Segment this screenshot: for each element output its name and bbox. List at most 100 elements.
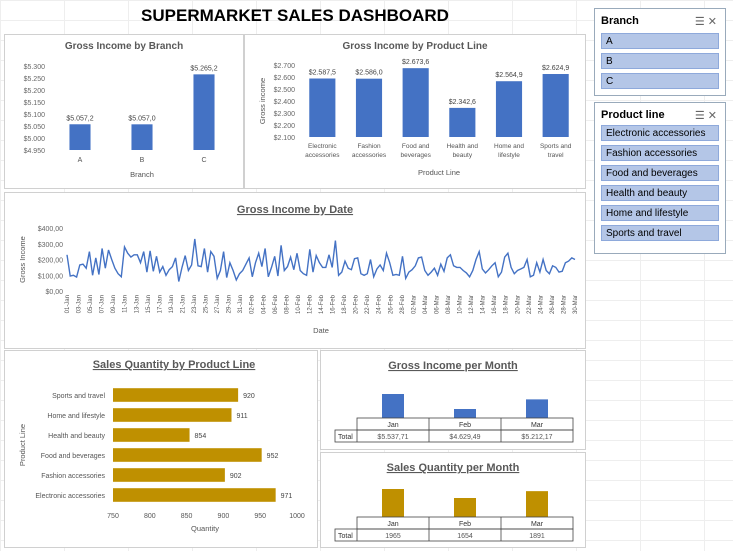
y-tick-label: $0,00 — [45, 289, 63, 296]
qty-productline-chart-panel[interactable]: Sales Quantity by Product Line 920 Sports … — [4, 350, 318, 548]
x-tick-label: beverages — [400, 152, 431, 159]
data-label: $4.629,49 — [449, 434, 480, 441]
x-tick-label: 12-Mar — [469, 295, 475, 314]
bar — [355, 78, 383, 137]
productline-chart-panel[interactable]: Gross Income by Product Line $2.100 $2.200… — [244, 34, 586, 189]
branch-slicer[interactable]: Branch ☰ ✕ A B C — [594, 8, 726, 96]
dashboard-title: SUPERMARKET SALES DASHBOARD — [141, 6, 449, 25]
productline-chart: Gross Income by Product Line $2.100 $2.200… — [258, 41, 572, 177]
data-label: 971 — [281, 493, 293, 500]
productline-slicer[interactable]: Product line ☰ ✕ Electronic accessories … — [594, 102, 726, 254]
x-tick-label: 30-Mar — [573, 295, 579, 314]
x-tick-label: 18-Mar — [504, 295, 510, 314]
bar — [69, 124, 91, 150]
data-label: $2.624,9 — [542, 65, 569, 72]
branch-slicer-item-b[interactable]: B — [601, 53, 719, 69]
x-tick-label: 26-Feb — [388, 294, 394, 314]
productline-slicer-item[interactable]: Fashion accessories — [601, 145, 719, 161]
branch-slicer-item-c[interactable]: C — [601, 73, 719, 89]
qty-month-chart-panel[interactable]: Sales Quantity per Month Total Jan 1965 Feb 1… — [320, 452, 586, 548]
y-tick-label: $100,00 — [38, 273, 63, 280]
branch-chart-panel[interactable]: Gross Income by Branch $4.950 $5.000 $5.050… — [4, 34, 244, 189]
bar — [309, 78, 336, 137]
chart-title: Gross Income by Product Line — [342, 41, 487, 52]
x-tick-label: 24-Feb — [377, 294, 383, 314]
data-label: $5.057,2 — [66, 115, 93, 122]
y-tick-label: Fashion accessories — [41, 473, 105, 480]
month-label: Jan — [387, 521, 398, 528]
bar — [113, 408, 232, 422]
slicer-filter-icons[interactable]: ☰ ✕ — [695, 15, 717, 28]
branch-slicer-item-a[interactable]: A — [601, 33, 719, 49]
x-tick-label: Health and — [447, 143, 479, 150]
table-row-label: Total — [338, 533, 353, 540]
chart-title: Gross Income by Branch — [65, 41, 183, 52]
productline-slicer-item[interactable]: Food and beverages — [601, 165, 719, 181]
x-tick-label: A — [78, 157, 83, 164]
x-tick-label: Home and — [494, 143, 524, 150]
x-tick-label: 16-Feb — [331, 294, 337, 314]
x-tick-label: 26-Mar — [550, 295, 556, 314]
bar — [449, 107, 476, 137]
chart-title: Sales Quantity per Month — [387, 462, 520, 474]
income-month-chart-panel[interactable]: Gross Income per Month Total Jan $5.537,71 F… — [320, 350, 586, 450]
productline-slicer-item[interactable]: Health and beauty — [601, 185, 719, 201]
bar — [113, 388, 239, 402]
x-axis-label: Quantity — [191, 524, 219, 533]
productline-slicer-item[interactable]: Sports and travel — [601, 225, 719, 241]
x-tick-label: 08-Feb — [284, 294, 290, 314]
x-tick-label: 06-Mar — [434, 295, 440, 314]
data-label: $2.564,9 — [495, 72, 522, 79]
data-label: $5.537,71 — [377, 434, 408, 441]
y-tick-label: $2.600 — [274, 75, 296, 82]
x-tick-label: accessories — [352, 152, 387, 159]
data-label: $5.212,17 — [521, 434, 552, 441]
productline-slicer-item[interactable]: Home and lifestyle — [601, 205, 719, 221]
y-tick-label: $4.950 — [24, 148, 46, 155]
x-tick-label: 21-Jan — [180, 295, 186, 313]
productline-slicer-item[interactable]: Electronic accessories — [601, 125, 719, 141]
y-tick-label: $2.300 — [274, 111, 296, 118]
bar — [454, 409, 476, 418]
data-label: 854 — [195, 433, 207, 440]
x-tick-label: 01-Jan — [65, 295, 71, 313]
x-tick-label: 25-Jan — [204, 295, 210, 313]
x-tick-label: travel — [548, 152, 564, 159]
y-tick-label: $5.150 — [24, 100, 46, 107]
y-tick-label: $5.250 — [24, 76, 46, 83]
x-tick-label: Sports and — [540, 143, 572, 150]
data-label: $5.265,2 — [190, 65, 217, 72]
qty-productline-chart: Sales Quantity by Product Line 920 Sports … — [18, 359, 305, 533]
series-line — [66, 238, 576, 282]
branch-chart: Gross Income by Branch $4.950 $5.000 $5.050… — [24, 41, 218, 179]
chart-title: Gross Income by Date — [237, 204, 353, 216]
y-tick-label: $5.050 — [24, 124, 46, 131]
bar — [402, 68, 429, 137]
x-tick-label: 750 — [107, 513, 119, 520]
productline-slicer-title: Product line — [601, 109, 665, 121]
x-tick-label: 10-Feb — [296, 294, 302, 314]
branch-slicer-title: Branch — [601, 15, 639, 27]
bar — [382, 489, 404, 517]
x-tick-label: B — [140, 157, 145, 164]
x-tick-label: 11-Jan — [123, 295, 129, 313]
x-tick-label: 22-Mar — [527, 295, 533, 314]
x-tick-label: 22-Feb — [365, 294, 371, 314]
x-tick-label: 04-Mar — [423, 295, 429, 314]
data-label: $2.342,6 — [449, 99, 476, 106]
y-tick-label: Electronic accessories — [35, 493, 105, 500]
y-axis-label: Gross Income — [18, 236, 27, 283]
bar — [113, 488, 276, 502]
x-tick-label: 07-Jan — [100, 295, 106, 313]
x-tick-label: 14-Feb — [319, 294, 325, 314]
month-label: Feb — [459, 422, 471, 429]
x-tick-label: 04-Feb — [261, 294, 267, 314]
y-tick-label: $400,00 — [38, 226, 63, 233]
date-chart-panel[interactable]: Gross Income by Date $0,00 $100,00 $200,00 $… — [4, 192, 586, 349]
data-label: $2.587,5 — [309, 70, 336, 77]
slicer-filter-icons[interactable]: ☰ ✕ — [695, 109, 717, 122]
y-axis-label: Gross income — [258, 78, 267, 124]
x-tick-label: 31-Jan — [238, 295, 244, 313]
chart-title: Gross Income per Month — [388, 360, 518, 372]
bar — [131, 124, 153, 150]
